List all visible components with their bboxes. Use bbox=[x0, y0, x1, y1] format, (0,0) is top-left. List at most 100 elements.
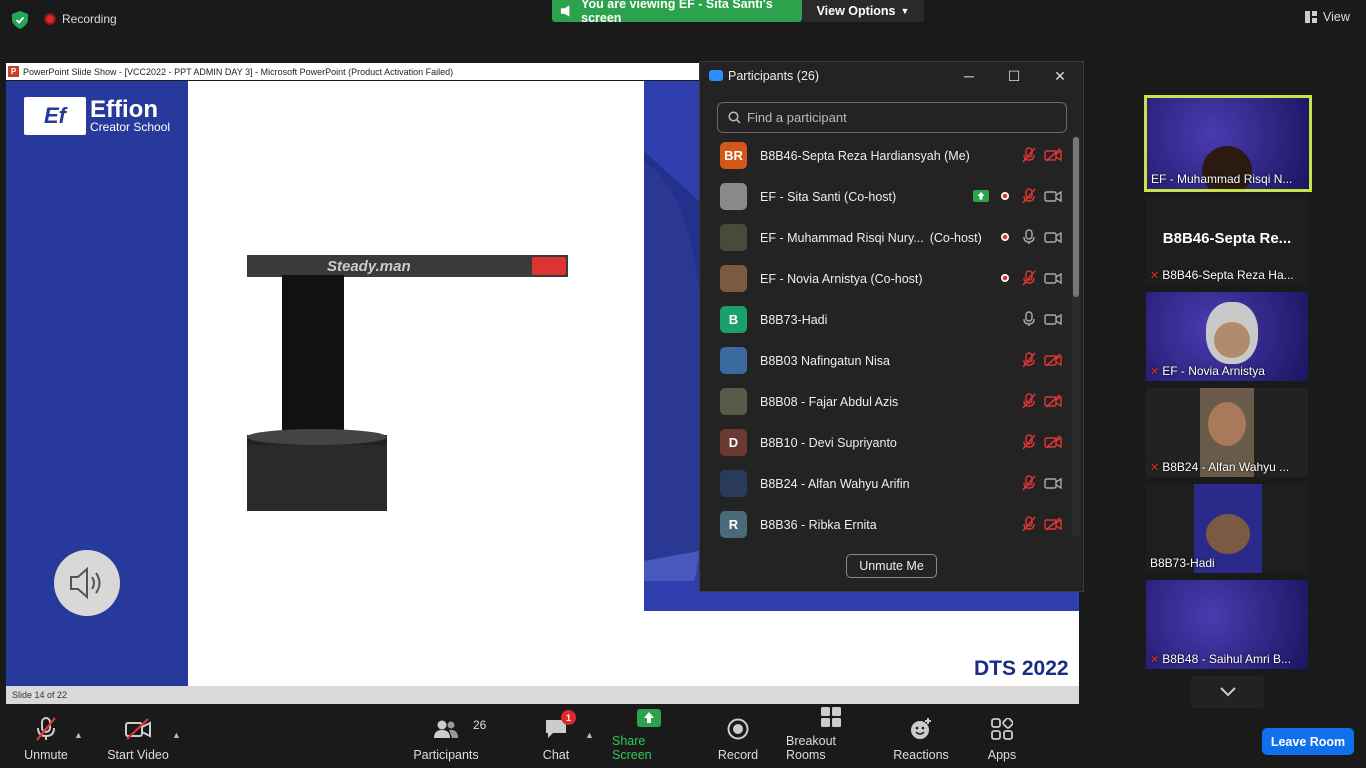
audio-options-caret-icon[interactable]: ▲ bbox=[74, 730, 83, 740]
participant-name: B8B36 - Ribka Ernita bbox=[760, 517, 877, 532]
muted-mic-icon: ✕ bbox=[1150, 365, 1160, 378]
video-tile[interactable]: ✕ B8B48 - Saihul Amri B... bbox=[1146, 580, 1308, 669]
unmute-button[interactable]: Unmute bbox=[20, 712, 72, 768]
start-video-label: Start Video bbox=[107, 748, 169, 762]
participant-row[interactable]: EF - Novia Arnistya (Co-host) bbox=[717, 258, 1062, 299]
participant-name: EF - Sita Santi (Co-host) bbox=[760, 189, 897, 204]
view-label: View bbox=[1323, 10, 1350, 24]
search-input[interactable] bbox=[747, 110, 1047, 125]
participant-name: B8B46-Septa Reza Hardiansyah (Me) bbox=[760, 148, 970, 163]
gallery-scroll-down-button[interactable] bbox=[1191, 676, 1264, 708]
participant-face bbox=[1208, 402, 1246, 446]
chat-button[interactable]: 1 Chat bbox=[536, 710, 576, 768]
participant-row[interactable]: R B8B36 - Ribka Ernita bbox=[717, 504, 1062, 545]
share-screen-button[interactable]: Share Screen bbox=[612, 709, 686, 768]
participant-status-icons bbox=[996, 229, 1062, 245]
minimize-button[interactable]: ─ bbox=[958, 66, 980, 86]
logo-sub: Creator School bbox=[90, 119, 171, 134]
video-icon bbox=[1044, 270, 1062, 286]
video-tile[interactable]: ✕ EF - Novia Arnistya bbox=[1146, 292, 1308, 381]
close-button[interactable]: ✕ bbox=[1049, 66, 1071, 86]
share-screen-label: Share Screen bbox=[612, 734, 652, 762]
mic-icon bbox=[1020, 311, 1038, 327]
participant-search[interactable] bbox=[717, 102, 1067, 133]
participant-name: B8B24 - Alfan Wahyu Arifin bbox=[760, 476, 910, 491]
mic-muted-icon bbox=[1020, 188, 1038, 204]
participant-avatar bbox=[720, 183, 747, 210]
mic-muted-icon bbox=[1020, 352, 1038, 368]
participant-row[interactable]: BR B8B46-Septa Reza Hardiansyah (Me) bbox=[717, 135, 1062, 176]
start-video-button[interactable]: Start Video bbox=[106, 712, 170, 768]
recording-indicator[interactable]: Recording bbox=[44, 12, 117, 26]
participant-row[interactable]: EF - Sita Santi (Co-host) bbox=[717, 176, 1062, 217]
participants-icon: 26 bbox=[433, 716, 486, 742]
video-tile[interactable]: ✕ B8B24 - Alfan Wahyu ... bbox=[1146, 388, 1308, 477]
logo-name: Effion bbox=[90, 95, 158, 123]
top-bar: Recording You are viewing EF - Sita Sant… bbox=[0, 0, 1366, 40]
record-icon bbox=[727, 716, 749, 742]
unmute-me-button[interactable]: Unmute Me bbox=[846, 554, 937, 578]
mic-muted-icon bbox=[1020, 516, 1038, 532]
record-label: Record bbox=[717, 748, 759, 762]
participant-avatar: R bbox=[720, 511, 747, 538]
tile-label-text: B8B24 - Alfan Wahyu ... bbox=[1162, 460, 1290, 474]
video-off-icon bbox=[1044, 352, 1062, 368]
recording-icon bbox=[996, 188, 1014, 204]
participant-list: BR B8B46-Septa Reza Hardiansyah (Me) EF - … bbox=[717, 135, 1062, 545]
tile-label: ✕ B8B48 - Saihul Amri B... bbox=[1150, 652, 1291, 666]
participant-row[interactable]: EF - Muhammad Risqi Nury... (Co-host) bbox=[717, 217, 1062, 258]
chat-options-caret-icon[interactable]: ▲ bbox=[585, 730, 594, 740]
video-icon bbox=[1044, 188, 1062, 204]
participant-list-scrollbar[interactable] bbox=[1072, 135, 1080, 537]
sharing-screen-icon bbox=[972, 188, 990, 204]
video-icon bbox=[1044, 229, 1062, 245]
participant-status-icons bbox=[1020, 147, 1062, 163]
powerpoint-icon: P bbox=[8, 66, 19, 77]
viewing-screen-banner: You are viewing EF - Sita Santi's screen bbox=[552, 0, 802, 25]
apps-button[interactable]: Apps bbox=[982, 712, 1022, 768]
breakout-rooms-button[interactable]: Breakout Rooms bbox=[786, 707, 876, 768]
participant-name: B8B10 - Devi Supriyanto bbox=[760, 435, 897, 450]
grid-view-icon bbox=[1305, 11, 1317, 23]
breakout-rooms-icon bbox=[820, 706, 842, 728]
video-options-caret-icon[interactable]: ▲ bbox=[172, 730, 181, 740]
video-icon bbox=[1044, 475, 1062, 491]
tile-label: EF - Muhammad Risqi N... bbox=[1151, 172, 1292, 186]
video-tile[interactable]: EF - Muhammad Risqi N... bbox=[1144, 95, 1312, 192]
share-screen-icon bbox=[560, 5, 570, 17]
participant-row[interactable]: B8B24 - Alfan Wahyu Arifin bbox=[717, 463, 1062, 504]
leave-room-button[interactable]: Leave Room bbox=[1262, 728, 1354, 755]
security-shield-icon[interactable] bbox=[12, 11, 28, 29]
participants-button[interactable]: 26 Participants bbox=[412, 712, 486, 768]
participant-status-icons bbox=[972, 188, 1062, 204]
viewing-banner-text: You are viewing EF - Sita Santi's screen bbox=[581, 0, 773, 25]
view-options-label: View Options bbox=[816, 4, 896, 18]
participant-status-icons bbox=[1020, 393, 1062, 409]
tile-label: ✕ EF - Novia Arnistya bbox=[1150, 364, 1265, 378]
participant-row[interactable]: D B8B10 - Devi Supriyanto bbox=[717, 422, 1062, 463]
participant-row[interactable]: B B8B73-Hadi bbox=[717, 299, 1062, 340]
view-button[interactable]: View bbox=[1305, 10, 1350, 24]
video-off-icon bbox=[1044, 516, 1062, 532]
chat-icon: 1 bbox=[544, 710, 576, 742]
muted-mic-icon: ✕ bbox=[1150, 653, 1160, 666]
view-options-button[interactable]: View Options ▼ bbox=[802, 0, 924, 22]
tile-label-text: EF - Novia Arnistya bbox=[1162, 364, 1265, 378]
participant-role: (Co-host) bbox=[929, 230, 982, 245]
participant-row[interactable]: B8B03 Nafingatun Nisa bbox=[717, 340, 1062, 381]
mic-muted-icon bbox=[34, 716, 58, 742]
mic-muted-icon bbox=[1020, 434, 1038, 450]
scrollbar-thumb[interactable] bbox=[1073, 137, 1079, 297]
record-button[interactable]: Record bbox=[716, 712, 760, 768]
reactions-button[interactable]: Reactions bbox=[893, 712, 949, 768]
participant-name: B8B03 Nafingatun Nisa bbox=[760, 353, 890, 368]
video-tile[interactable]: B8B73-Hadi bbox=[1146, 484, 1308, 573]
participant-row[interactable]: B8B08 - Fajar Abdul Azis bbox=[717, 381, 1062, 422]
participant-name: B8B73-Hadi bbox=[760, 312, 828, 327]
reactions-label: Reactions bbox=[893, 748, 949, 762]
tile-label-text: B8B73-Hadi bbox=[1150, 556, 1215, 570]
apps-label: Apps bbox=[987, 748, 1017, 762]
mic-muted-icon bbox=[1020, 475, 1038, 491]
maximize-button[interactable]: ☐ bbox=[1003, 66, 1025, 86]
reactions-icon bbox=[909, 716, 933, 742]
